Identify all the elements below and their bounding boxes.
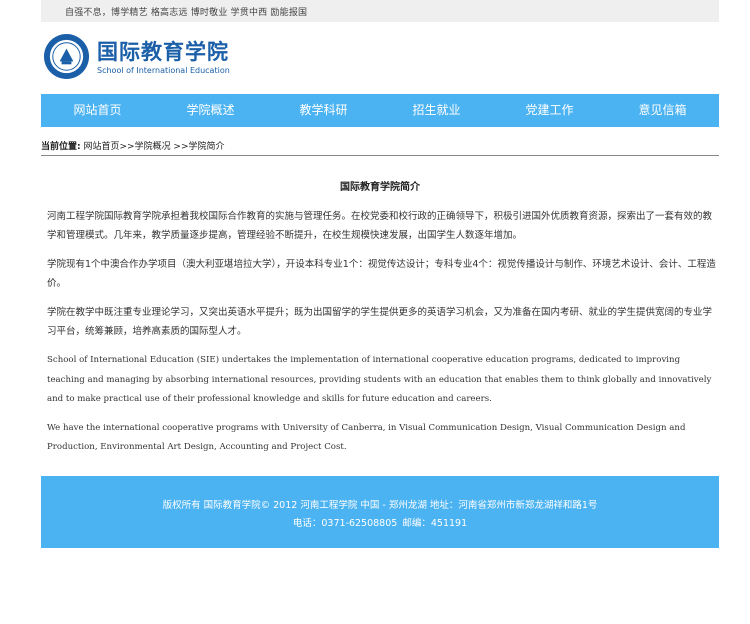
breadcrumb-path[interactable]: 网站首页>>学院概况 >>学院简介: [83, 142, 224, 152]
paragraph-cn-1: 河南工程学院国际教育学院承担着我校国际合作教育的实施与管理任务。在校党委和校行政…: [47, 211, 713, 241]
divider: [41, 155, 719, 156]
paragraph-en-1: School of International Education (SIE) …: [47, 355, 712, 404]
school-name-cn: 国际教育学院: [97, 39, 229, 64]
paragraph-cn-2: 学院现有1个中澳合作办学项目（澳大利亚堪培拉大学），开设本科专业1个：视觉传达设…: [47, 259, 716, 289]
nav-home[interactable]: 网站首页: [41, 94, 154, 127]
school-motto: 自强不息，博学精艺 格高志远 博时敬业 学贯中西 励能报国: [65, 8, 308, 18]
nav-teaching-research[interactable]: 教学科研: [267, 94, 380, 127]
breadcrumb-label: 当前位置:: [41, 142, 81, 152]
footer-contact: 电话：0371-62508805 邮编：451191: [41, 515, 719, 529]
nav-party-work[interactable]: 党建工作: [493, 94, 606, 127]
article-title: 国际教育学院简介: [340, 182, 420, 193]
nav-feedback[interactable]: 意见信箱: [606, 94, 719, 127]
site-header: 国际教育学院 School of International Education: [41, 22, 719, 94]
paragraph-cn-3: 学院在教学中既注重专业理论学习，又突出英语水平提升；既为出国留学的学生提供更多的…: [47, 307, 713, 337]
breadcrumb: 当前位置: 网站首页>>学院概况 >>学院简介: [41, 139, 719, 155]
school-seal-icon: [43, 33, 90, 80]
article: 国际教育学院简介 河南工程学院国际教育学院承担着我校国际合作教育的实施与管理任务…: [41, 178, 719, 468]
nav-overview[interactable]: 学院概述: [154, 94, 267, 127]
nav-admissions[interactable]: 招生就业: [380, 94, 493, 127]
paragraph-en-2: We have the international cooperative pr…: [47, 422, 686, 453]
main-nav: 网站首页 学院概述 教学科研 招生就业 党建工作 意见信箱: [41, 94, 719, 127]
footer-phone: 电话：0371-62508805: [292, 518, 398, 529]
top-bar: 自强不息，博学精艺 格高志远 博时敬业 学贯中西 励能报国: [41, 0, 719, 22]
school-name-en: School of International Education: [97, 66, 230, 75]
footer-copyright: 版权所有 国际教育学院© 2012 河南工程学院 中国 - 郑州龙湖 地址：河南…: [162, 500, 598, 511]
site-footer: 版权所有 国际教育学院© 2012 河南工程学院 中国 - 郑州龙湖 地址：河南…: [41, 476, 719, 548]
footer-postcode: 邮编：451191: [402, 518, 468, 529]
